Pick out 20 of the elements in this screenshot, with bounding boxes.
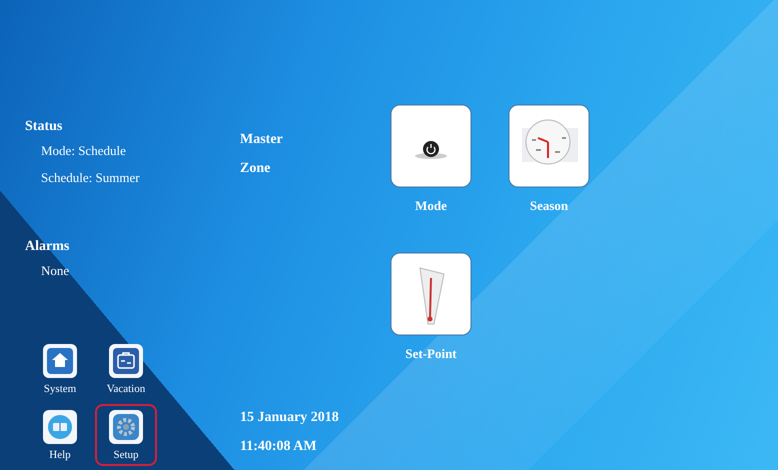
thermometer-icon <box>390 252 472 336</box>
alarm-text: None <box>41 263 70 279</box>
house-icon <box>42 343 78 379</box>
time-text: 11:40:08 AM <box>240 439 318 455</box>
nav-button[interactable]: Help <box>29 404 91 466</box>
nav-button[interactable]: Vacation <box>95 338 157 400</box>
status-heading: Status <box>25 119 64 135</box>
suitcase-icon <box>108 343 144 379</box>
group-label: Zone <box>240 160 272 178</box>
power-button-icon <box>390 104 472 188</box>
group-label: Master <box>240 131 284 149</box>
nav-button[interactable]: Setup <box>95 404 157 466</box>
clock-icon <box>508 104 590 188</box>
nav-button[interactable]: System <box>29 338 91 400</box>
alarms-heading: Alarms <box>25 239 70 255</box>
gear-icon <box>108 409 144 445</box>
status-text: Schedule: Summer <box>41 170 141 186</box>
status-text: Mode: Schedule <box>41 143 127 159</box>
date-text: 15 January 2018 <box>240 410 340 426</box>
book-icon <box>42 409 78 445</box>
